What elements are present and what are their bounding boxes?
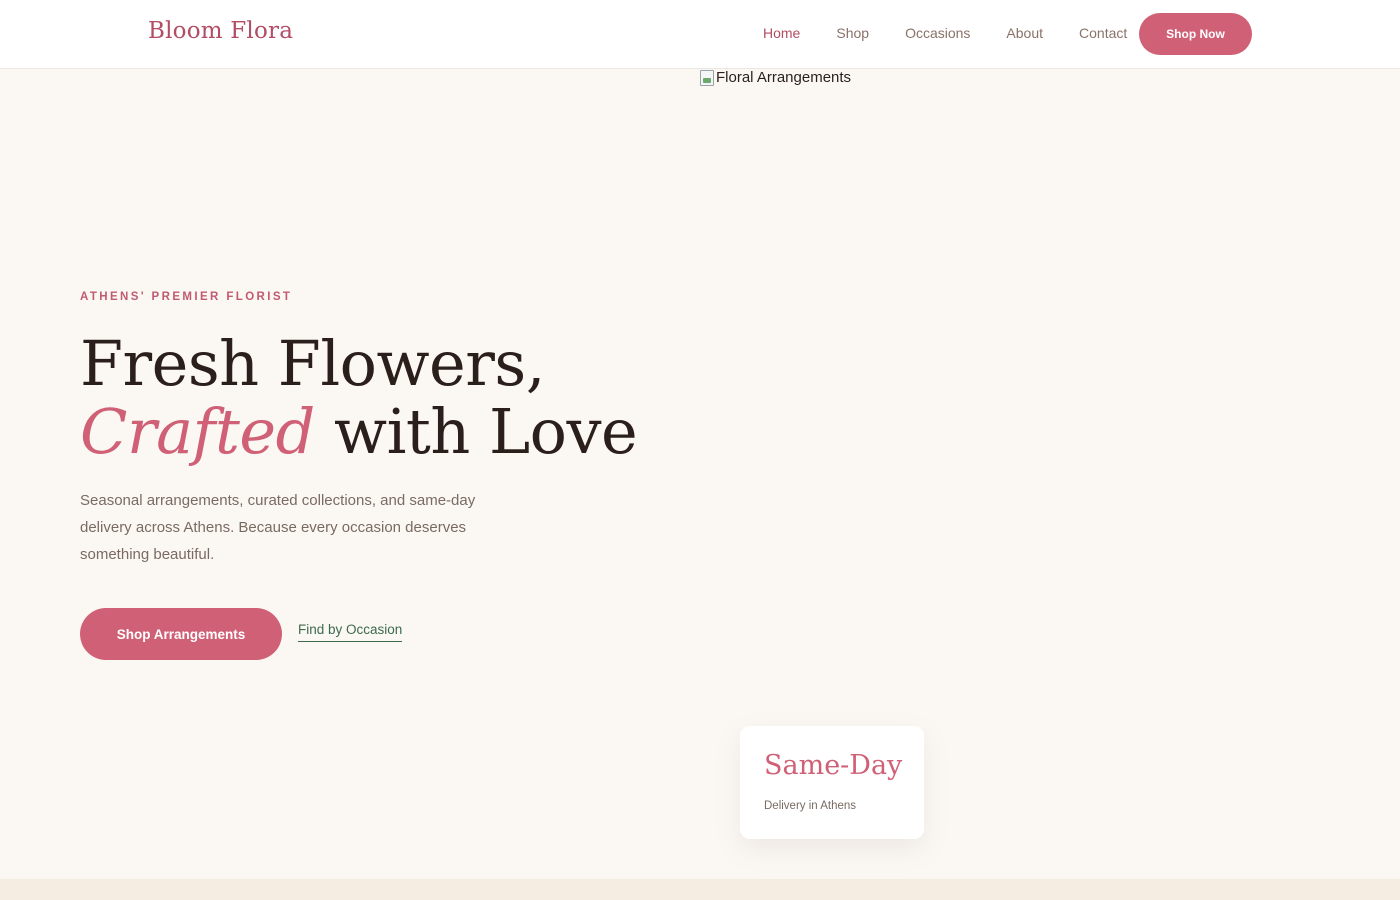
- nav-shop[interactable]: Shop: [836, 25, 869, 41]
- nav-occasions[interactable]: Occasions: [905, 25, 970, 41]
- next-section-band: [0, 879, 1400, 900]
- badge-subtitle: Delivery in Athens: [764, 800, 857, 812]
- brand-logo[interactable]: Bloom Flora: [148, 18, 293, 44]
- hero-eyebrow: ATHENS' PREMIER FLORIST: [80, 291, 293, 303]
- headline-line-1: Fresh Flowers,: [80, 327, 545, 400]
- shop-arrangements-button[interactable]: Shop Arrangements: [80, 608, 282, 660]
- hero-headline: Fresh Flowers, Crafted with Love: [80, 327, 638, 468]
- headline-accent: Crafted: [80, 395, 315, 468]
- site-header: Bloom Flora Home Shop Occasions About Co…: [0, 0, 1400, 69]
- hero-image: Floral Arrangements: [700, 69, 851, 86]
- nav-contact[interactable]: Contact: [1079, 25, 1127, 41]
- nav-home[interactable]: Home: [763, 25, 800, 41]
- find-by-occasion-link[interactable]: Find by Occasion: [298, 622, 403, 642]
- main-nav: Home Shop Occasions About Contact: [763, 25, 1163, 41]
- hero-image-alt-text: Floral Arrangements: [716, 69, 852, 86]
- badge-title: Same-Day: [764, 750, 903, 781]
- nav-about[interactable]: About: [1006, 25, 1043, 41]
- same-day-badge-card: Same-Day Delivery in Athens: [740, 726, 924, 839]
- hero-description: Seasonal arrangements, curated collectio…: [80, 492, 476, 563]
- shop-now-button[interactable]: Shop Now: [1139, 13, 1252, 55]
- headline-line-2: with Love: [314, 395, 638, 468]
- broken-image-icon: [700, 69, 714, 86]
